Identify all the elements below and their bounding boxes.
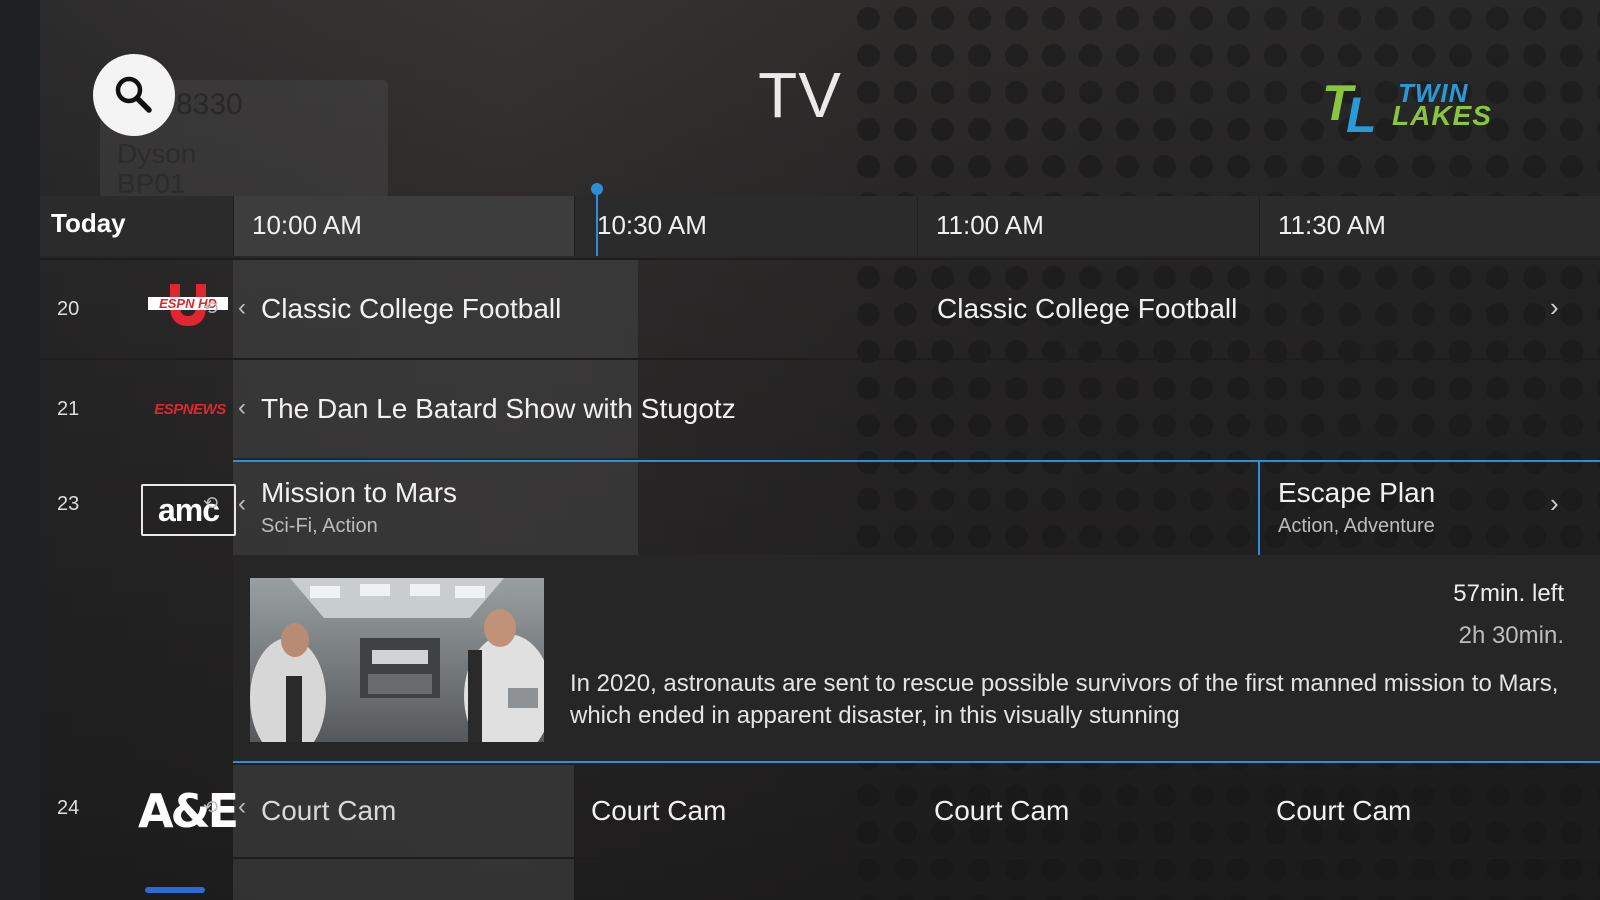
program-cell[interactable]: Court Cam <box>233 765 574 857</box>
program-title: Court Cam <box>261 795 397 826</box>
catchup-icon: ⟲ <box>203 298 219 318</box>
program-cell[interactable]: The Dan Le Batard Show with Stugotz <box>233 360 1600 458</box>
background-ghost-line1: Dyson <box>117 138 197 169</box>
espnews-logo: ESPNEWS <box>143 394 237 424</box>
program-cell[interactable]: Court Cam <box>917 765 1259 857</box>
time-left: 57min. left <box>1453 580 1564 607</box>
channel-logo-partial <box>145 887 205 893</box>
selected-row-top-border <box>233 460 1259 462</box>
program-cell[interactable]: Classic College Football <box>917 260 1600 358</box>
program-cell[interactable]: Mission to Mars Sci-Fi, Action <box>233 460 638 555</box>
program-thumbnail <box>250 578 544 742</box>
chevron-left-icon: ‹ <box>238 490 246 517</box>
search-button[interactable] <box>93 54 175 136</box>
logo-line2: LAKES <box>1392 100 1492 131</box>
program-description: In 2020, astronauts are sent to rescue p… <box>570 670 1559 729</box>
chevron-left-icon: ‹ <box>238 294 246 321</box>
program-title: Court Cam <box>591 795 727 826</box>
channel-number: 20 <box>57 298 80 320</box>
program-title: Court Cam <box>1276 795 1412 826</box>
selected-program-highlight <box>1258 460 1600 560</box>
chevron-left-icon: ‹ <box>238 793 246 820</box>
program-title: The Dan Le Batard Show with Stugotz <box>261 393 736 424</box>
timeline-day-label: Today <box>51 208 126 238</box>
program-cell[interactable]: Classic College Football <box>233 260 638 358</box>
background-ghost-code: 8330 <box>176 88 243 121</box>
program-title: Classic College Football <box>937 293 1238 324</box>
twin-lakes-logo: T L TWIN LAKES <box>1320 75 1510 143</box>
program-genre: Sci-Fi, Action <box>261 515 378 537</box>
espnews-logo-text: ESPNEWS <box>154 400 226 418</box>
program-cell[interactable]: Court Cam <box>1259 765 1600 857</box>
program-cell[interactable]: Court Cam <box>574 765 917 857</box>
chevron-right-icon[interactable]: › <box>1550 292 1559 323</box>
time-slot: 11:00 AM <box>917 196 1259 256</box>
left-rail <box>0 0 40 900</box>
search-icon <box>115 76 152 113</box>
current-time-dot <box>591 183 603 195</box>
program-cell[interactable] <box>233 859 574 900</box>
time-slot: 10:00 AM <box>233 196 574 256</box>
catchup-icon: ⟲ <box>203 493 219 513</box>
time-slot: 11:30 AM <box>1259 196 1600 256</box>
channel-number: 23 <box>57 493 80 515</box>
program-duration: 2h 30min. <box>1458 622 1564 649</box>
program-title: Classic College Football <box>261 293 562 324</box>
chevron-left-icon: ‹ <box>238 394 246 421</box>
time-slot: 10:30 AM <box>574 196 917 256</box>
channel-row: The Dan Le Batard Show with Stugotz ‹ 21… <box>40 358 1600 458</box>
program-title: Court Cam <box>934 795 1070 826</box>
channel-row: Court Cam Court Cam Court Cam Court Cam … <box>40 765 1600 857</box>
program-title: Mission to Mars <box>261 477 458 508</box>
channel-row-partial <box>40 857 1600 900</box>
page-title: TV <box>758 59 842 131</box>
svg-text:L: L <box>1346 87 1377 140</box>
channel-number: 21 <box>57 398 80 420</box>
channel-row: Classic College Football Classic College… <box>40 258 1600 358</box>
current-time-indicator <box>596 191 598 256</box>
channel-number: 24 <box>57 797 80 819</box>
catchup-icon: ⟲ <box>203 797 219 817</box>
